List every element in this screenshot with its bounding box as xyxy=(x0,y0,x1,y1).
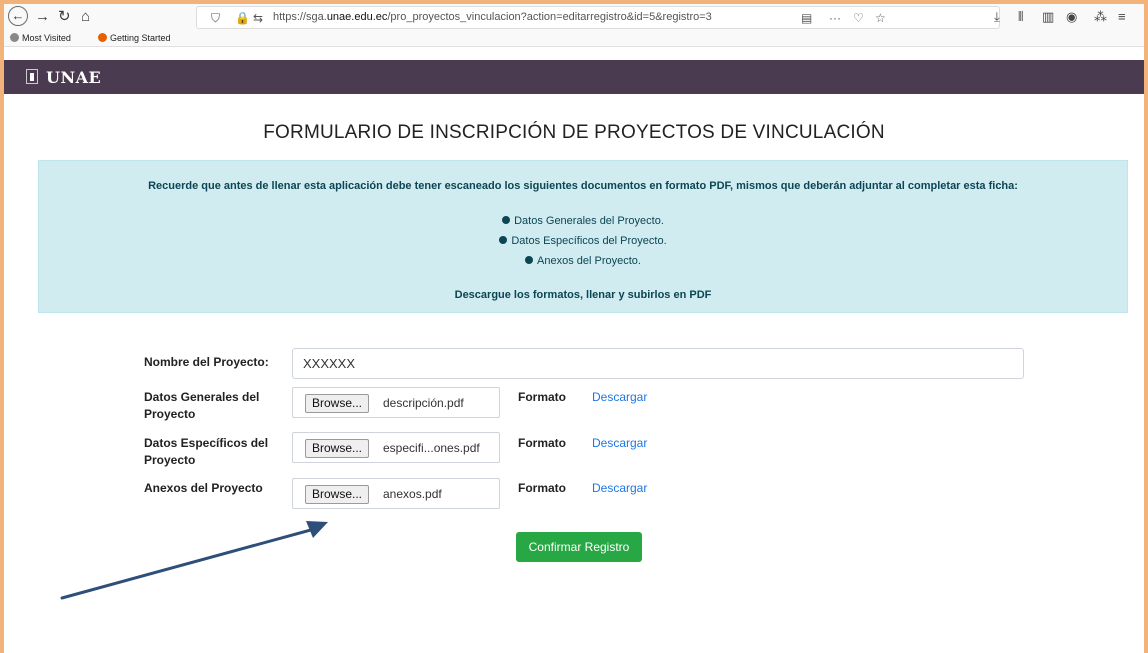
annotation-arrow-icon xyxy=(60,521,328,600)
browser-window: ← → ↻ ⌂ ⛉ 🔒 ⇆ https://sga.unae.edu.ec/pr… xyxy=(4,4,1144,653)
